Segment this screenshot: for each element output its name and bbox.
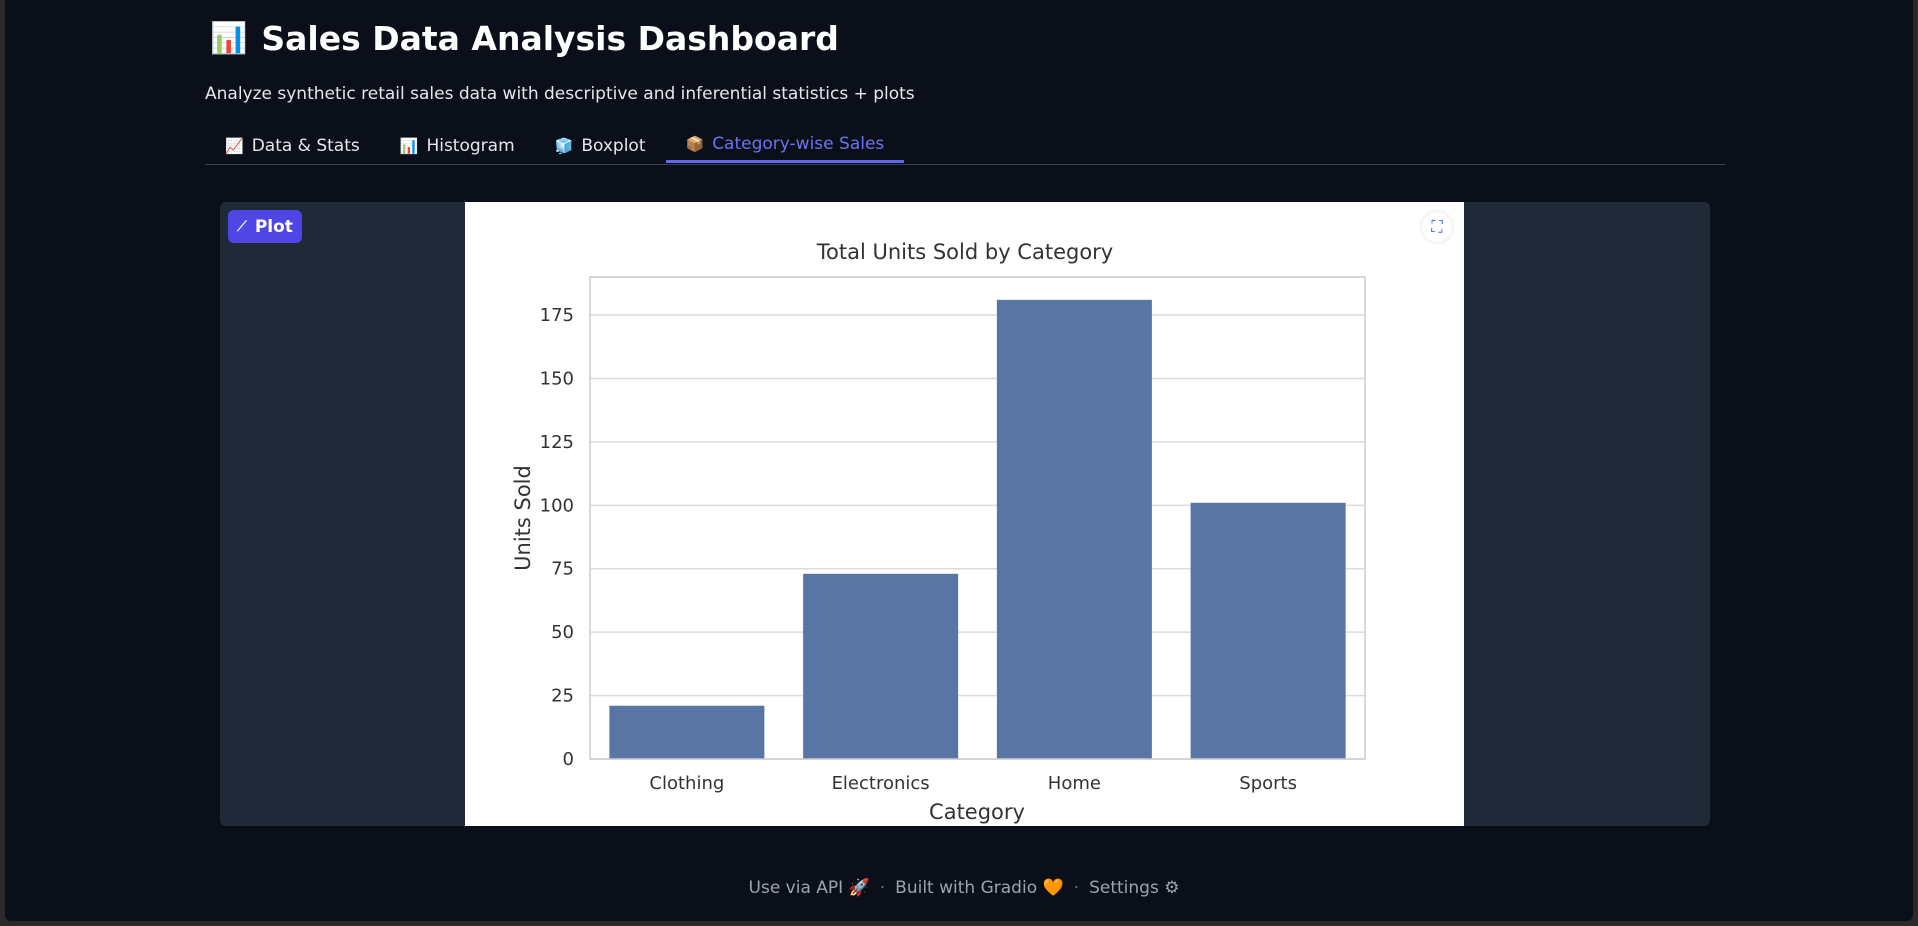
built-with-gradio-link[interactable]: Built with Gradio 🧡 <box>895 878 1064 898</box>
bar-sports <box>1190 502 1346 759</box>
x-tick-labels: Clothing Electronics Home Sports <box>649 773 1297 794</box>
chart-icon: ⟋ <box>237 218 247 235</box>
y-tick-labels: 0 25 50 75 100 125 150 175 <box>540 305 574 770</box>
bar-chart-icon: 📊 <box>399 136 419 155</box>
y-tick-label: 0 <box>563 749 574 770</box>
chart-image: ⛶ Total Units Sold by Category 0 25 50 75 10… <box>465 202 1464 826</box>
tab-histogram[interactable]: 📊 Histogram <box>380 128 535 163</box>
plot-panel: ⟋ Plot ⛶ Total Units Sold by Category 0 2… <box>220 202 1710 826</box>
x-tick-label: Home <box>1048 773 1101 794</box>
y-tick-label: 150 <box>540 368 574 389</box>
y-tick-label: 75 <box>551 559 574 580</box>
tab-category-wise-sales[interactable]: 📦 Category-wise Sales <box>665 128 905 163</box>
chart-emoji-icon: 📊 <box>210 21 248 56</box>
plot-label-badge: ⟋ Plot <box>228 210 302 243</box>
bar-electronics <box>803 573 959 759</box>
bar-chart: Total Units Sold by Category 0 25 50 75 100 1… <box>511 240 1366 824</box>
api-label: Use via API <box>748 878 844 898</box>
plot-label: Plot <box>254 216 293 237</box>
footer: Use via API 🚀 · Built with Gradio 🧡 · Se… <box>5 878 1918 898</box>
tab-data-stats[interactable]: 📈 Data & Stats <box>205 128 380 163</box>
chart-bars <box>609 299 1346 759</box>
y-tick-label: 175 <box>540 305 574 326</box>
separator: · <box>1073 878 1080 898</box>
tab-label: Histogram <box>426 135 515 156</box>
gradio-logo-icon: 🧡 <box>1042 878 1064 898</box>
tab-label: Data & Stats <box>251 135 360 156</box>
fullscreen-icon: ⛶ <box>1431 217 1443 236</box>
built-label: Built with Gradio <box>895 878 1038 898</box>
y-tick-label: 100 <box>540 495 574 516</box>
app-frame: 📊 Sales Data Analysis Dashboard Analyze … <box>5 0 1913 921</box>
rocket-icon: 🚀 <box>848 878 870 898</box>
settings-link[interactable]: Settings ⚙ <box>1089 878 1179 898</box>
tab-bar: 📈 Data & Stats 📊 Histogram 🧊 Boxplot 📦 C… <box>205 128 1725 165</box>
page-subtitle: Analyze synthetic retail sales data with… <box>205 84 915 104</box>
bar-clothing <box>609 705 765 759</box>
tab-boxplot[interactable]: 🧊 Boxplot <box>535 128 666 163</box>
y-tick-label: 125 <box>540 432 574 453</box>
x-tick-label: Sports <box>1239 773 1297 794</box>
tab-label: Boxplot <box>581 135 646 156</box>
fullscreen-button[interactable]: ⛶ <box>1422 212 1452 242</box>
page-title: Sales Data Analysis Dashboard <box>261 19 839 58</box>
use-via-api-link[interactable]: Use via API 🚀 <box>749 878 870 898</box>
chart-title: Total Units Sold by Category <box>816 240 1113 264</box>
package-icon: 📦 <box>685 135 705 153</box>
gear-icon: ⚙ <box>1164 878 1180 898</box>
y-tick-label: 25 <box>551 686 574 707</box>
bar-home <box>996 299 1152 759</box>
header: 📊 Sales Data Analysis Dashboard <box>210 20 839 58</box>
x-tick-label: Clothing <box>649 773 724 794</box>
x-tick-label: Electronics <box>832 773 930 794</box>
separator: · <box>879 878 886 898</box>
y-axis-label: Units Sold <box>511 465 535 571</box>
line-chart-icon: 📈 <box>225 136 244 155</box>
tab-label: Category-wise Sales <box>712 134 885 154</box>
settings-label: Settings <box>1089 878 1159 898</box>
y-tick-label: 50 <box>551 622 574 643</box>
x-axis-label: Category <box>929 800 1025 824</box>
cube-icon: 🧊 <box>554 136 574 155</box>
